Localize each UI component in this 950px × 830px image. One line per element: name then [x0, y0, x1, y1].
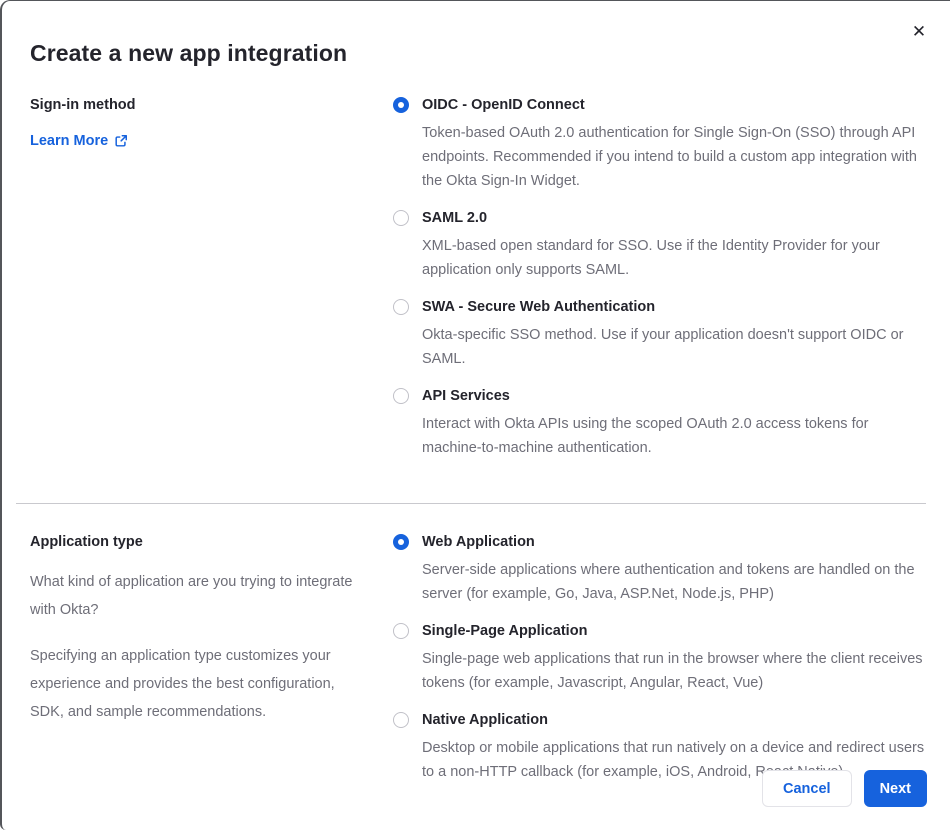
- radio-button-api-services[interactable]: [393, 388, 409, 404]
- option-label: Native Application: [422, 712, 548, 728]
- application-type-question: What kind of application are you trying …: [30, 574, 353, 618]
- radio-option-web-application[interactable]: Web Application Server-side applications…: [393, 534, 926, 606]
- application-type-label: Application type: [30, 534, 143, 550]
- radio-button-native-application[interactable]: [393, 712, 409, 728]
- section-sign-in-method: Sign-in method Learn More OIDC - OpenID …: [30, 97, 926, 460]
- radio-option-oidc[interactable]: OIDC - OpenID Connect Token-based OAuth …: [393, 97, 926, 193]
- sign-in-method-left-column: Sign-in method Learn More: [30, 97, 370, 150]
- option-label: SAML 2.0: [422, 210, 488, 226]
- option-description: XML-based open standard for SSO. Use if …: [422, 238, 880, 278]
- modal-footer: Cancel Next: [762, 770, 927, 807]
- radio-button-web-application[interactable]: [393, 534, 409, 550]
- radio-button-saml[interactable]: [393, 210, 409, 226]
- sign-in-method-label: Sign-in method: [30, 97, 136, 113]
- learn-more-label: Learn More: [30, 133, 109, 149]
- learn-more-link[interactable]: Learn More: [30, 133, 128, 149]
- radio-option-single-page-application[interactable]: Single-Page Application Single-page web …: [393, 623, 926, 695]
- next-button[interactable]: Next: [863, 770, 927, 807]
- radio-button-swa[interactable]: [393, 299, 409, 315]
- option-label: Single-Page Application: [422, 623, 588, 639]
- section-application-type: Application type What kind of applicatio…: [30, 534, 926, 784]
- application-type-left-column: Application type What kind of applicatio…: [30, 534, 370, 726]
- modal-title: Create a new app integration: [30, 40, 348, 66]
- option-label: SWA - Secure Web Authentication: [422, 299, 656, 315]
- option-description: Token-based OAuth 2.0 authentication for…: [422, 125, 917, 189]
- external-link-icon: [115, 135, 128, 147]
- sign-in-method-options: OIDC - OpenID Connect Token-based OAuth …: [393, 97, 926, 460]
- radio-button-oidc[interactable]: [393, 97, 409, 113]
- option-description: Single-page web applications that run in…: [422, 651, 923, 691]
- create-app-integration-modal: ✕ Create a new app integration Sign-in m…: [0, 0, 950, 830]
- close-icon: ✕: [911, 21, 927, 42]
- radio-option-saml[interactable]: SAML 2.0 XML-based open standard for SSO…: [393, 210, 926, 282]
- application-type-help-text: Specifying an application type customize…: [30, 648, 335, 720]
- option-description: Okta-specific SSO method. Use if your ap…: [422, 327, 904, 367]
- radio-button-single-page-application[interactable]: [393, 623, 409, 639]
- application-type-options: Web Application Server-side applications…: [393, 534, 926, 784]
- option-label: Web Application: [422, 534, 535, 550]
- radio-option-api-services[interactable]: API Services Interact with Okta APIs usi…: [393, 388, 926, 460]
- cancel-button[interactable]: Cancel: [762, 770, 852, 807]
- option-label: OIDC - OpenID Connect: [422, 97, 585, 113]
- section-divider: [16, 503, 926, 504]
- option-label: API Services: [422, 388, 510, 404]
- radio-option-swa[interactable]: SWA - Secure Web Authentication Okta-spe…: [393, 299, 926, 371]
- option-description: Interact with Okta APIs using the scoped…: [422, 416, 869, 456]
- option-description: Server-side applications where authentic…: [422, 562, 915, 602]
- close-button[interactable]: ✕: [906, 19, 932, 45]
